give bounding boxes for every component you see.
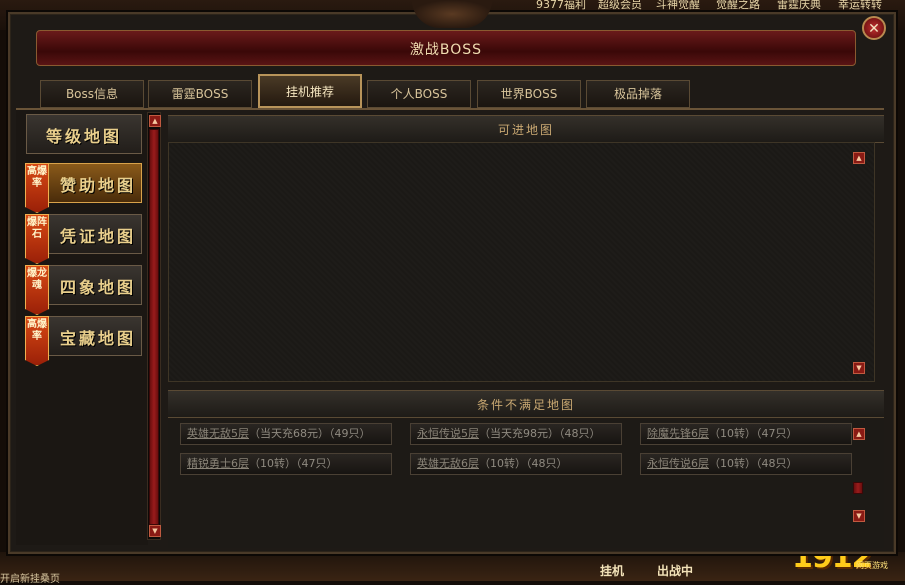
section-title: 可进地图	[497, 123, 554, 137]
sidebar-scrollbar[interactable]: ▲ ▼	[147, 112, 161, 540]
top-nav-vip[interactable]: 超级会员	[598, 0, 642, 12]
title-bar: 激战BOSS	[36, 30, 856, 66]
scroll-down-icon[interactable]: ▼	[149, 525, 161, 537]
close-icon[interactable]: ✕	[862, 16, 886, 40]
map-category-sidebar: 等级地图 高爆率 赞助地图 爆阵石 凭证地图 爆龙魂 四象地图 高爆率 宝藏地图	[16, 110, 148, 545]
scroll-down-icon[interactable]: ▼	[853, 362, 865, 374]
list-item[interactable]: 除魔先锋6层（10转）（47只）	[640, 423, 852, 445]
list-item[interactable]: 英雄无敌6层（10转）（48只）	[410, 453, 622, 475]
sidebar-item-four-symbols-map[interactable]: 爆龙魂 四象地图	[25, 265, 142, 315]
sidebar-item-label: 四象地图	[59, 278, 136, 297]
section-title: 条件不满足地图	[476, 398, 575, 412]
list-item[interactable]: 英雄无敌5层（当天充68元）（49只）	[180, 423, 392, 445]
tab-boss-info[interactable]: Boss信息	[40, 80, 144, 108]
top-nav-road[interactable]: 觉醒之路	[716, 0, 760, 12]
sidebar-item-treasure-map[interactable]: 高爆率 宝藏地图	[25, 316, 142, 366]
scroll-up-icon[interactable]: ▲	[853, 152, 865, 164]
tab-afk-recommend[interactable]: 挂机推荐	[258, 74, 362, 108]
sidebar-item-label: 等级地图	[45, 127, 122, 146]
accessible-maps-header: 可进地图	[168, 115, 884, 143]
scroll-thumb[interactable]	[853, 482, 863, 494]
accessible-maps-list	[168, 142, 875, 382]
sidebar-item-label: 赞助地图	[59, 176, 136, 195]
list-item[interactable]: 精锐勇士6层（10转）（47只）	[180, 453, 392, 475]
top-nav-lucky[interactable]: 幸运转转	[838, 0, 882, 12]
sidebar-item-voucher-map[interactable]: 爆阵石 凭证地图	[25, 214, 142, 264]
unmet-list-scrollbar[interactable]: ▲ ▼	[852, 426, 866, 526]
scroll-thumb[interactable]	[149, 129, 159, 525]
scroll-down-icon[interactable]: ▼	[853, 510, 865, 522]
hang-button[interactable]: 挂机	[600, 562, 624, 579]
battle-status[interactable]: 出战中	[657, 562, 693, 579]
tab-world-boss[interactable]: 世界BOSS	[477, 80, 581, 108]
map-list-scrollbar[interactable]: ▲ ▼	[852, 150, 866, 378]
tab-thunder-boss[interactable]: 雷霆BOSS	[148, 80, 252, 108]
brand-subtitle: 网页游戏	[856, 561, 888, 570]
scroll-up-icon[interactable]: ▲	[149, 115, 161, 127]
tab-personal-boss[interactable]: 个人BOSS	[367, 80, 471, 108]
top-nav-welfare[interactable]: 9377福利	[536, 0, 586, 12]
list-item[interactable]: 永恒传说5层（当天充98元）（48只）	[410, 423, 622, 445]
left-bottom-text: 开启新挂桑页	[0, 574, 60, 585]
sidebar-item-label: 宝藏地图	[59, 329, 136, 348]
sidebar-item-level-map[interactable]: 等级地图	[26, 114, 142, 154]
tab-rare-drops[interactable]: 极品掉落	[586, 80, 690, 108]
list-item[interactable]: 永恒传说6层（10转）（48只）	[640, 453, 852, 475]
window-title: 激战BOSS	[409, 42, 483, 58]
sidebar-item-sponsor-map[interactable]: 高爆率 赞助地图	[25, 163, 142, 213]
unmet-maps-header: 条件不满足地图	[168, 390, 884, 418]
bottom-game-strip	[0, 552, 905, 581]
sidebar-item-label: 凭证地图	[59, 227, 136, 246]
top-nav-awaken[interactable]: 斗神觉醒	[656, 0, 700, 12]
unmet-maps-list: 英雄无敌5层（当天充68元）（49只） 永恒传说5层（当天充98元）（48只） …	[168, 420, 884, 548]
scroll-up-icon[interactable]: ▲	[853, 428, 865, 440]
